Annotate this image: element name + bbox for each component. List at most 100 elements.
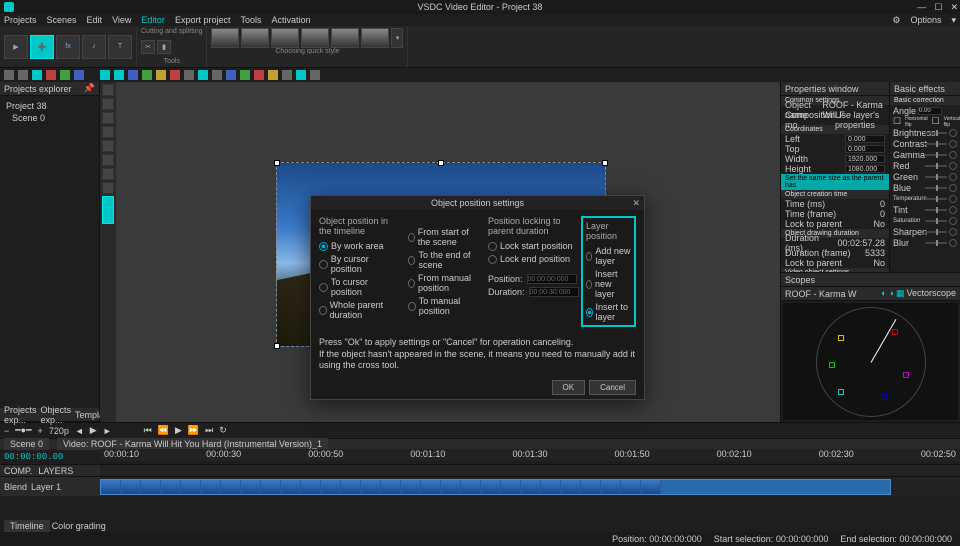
red-slider[interactable] [925, 165, 947, 167]
tool-icon[interactable] [100, 70, 110, 80]
tab-timeline[interactable]: Timeline [4, 520, 50, 532]
cancel-button[interactable]: Cancel [589, 380, 636, 395]
resize-handle[interactable] [274, 343, 280, 349]
radio-to-end[interactable]: To the end of scene [408, 250, 480, 270]
tint-slider[interactable] [925, 209, 947, 211]
tool-icon[interactable] [226, 70, 236, 80]
angle-input[interactable] [918, 107, 942, 115]
prop-value[interactable]: Use layer's properties [835, 110, 885, 130]
reset-icon[interactable] [949, 173, 957, 181]
style-grayscale-2[interactable] [331, 28, 359, 48]
blue-slider[interactable] [925, 187, 947, 189]
prop-value[interactable]: No [873, 219, 885, 229]
reset-icon[interactable] [949, 151, 957, 159]
tool-icon[interactable] [282, 70, 292, 80]
radio-insert-to-layer[interactable]: Insert to layer [586, 302, 631, 322]
tool-icon[interactable] [240, 70, 250, 80]
zoom-out-icon[interactable]: − [4, 426, 9, 436]
temp-slider[interactable] [925, 198, 947, 200]
crop-tool-icon[interactable] [102, 154, 114, 166]
tab-objects-explorer[interactable]: Objects exp... [41, 405, 72, 425]
radio-by-work-area[interactable]: By work area [319, 241, 400, 251]
reset-icon[interactable] [949, 184, 957, 192]
style-more-button[interactable]: ▾ [391, 28, 403, 48]
chevron-down-icon[interactable]: ▾ [951, 15, 956, 26]
prop-value[interactable]: No [873, 258, 885, 268]
contrast-slider[interactable] [925, 143, 947, 145]
reset-icon[interactable] [949, 228, 957, 236]
prop-value[interactable]: 0 [880, 199, 885, 209]
reset-icon[interactable] [949, 140, 957, 148]
style-grayscale-1[interactable] [301, 28, 329, 48]
maximize-icon[interactable]: ☐ [934, 2, 942, 13]
radio-to-manual[interactable]: To manual position [408, 296, 480, 316]
tree-scene[interactable]: Scene 0 [4, 112, 95, 124]
reset-icon[interactable] [949, 129, 957, 137]
radio-insert-layer[interactable]: Insert new layer [586, 269, 631, 299]
green-slider[interactable] [925, 176, 947, 178]
split-button[interactable]: ▮ [157, 40, 171, 54]
step-back-icon[interactable]: ⏪ [158, 425, 169, 436]
tool-icon[interactable] [170, 70, 180, 80]
scope-icon[interactable]: ◑ [889, 288, 894, 299]
tool-icon[interactable] [4, 70, 14, 80]
sec-basic-correction[interactable]: Basic correction [890, 96, 960, 105]
scope-source-select[interactable]: ROOF - Karma W [785, 289, 857, 299]
comp-tab[interactable]: COMP. [4, 466, 32, 476]
minimize-icon[interactable]: — [917, 2, 926, 13]
radio-from-start[interactable]: From start of the scene [408, 227, 480, 247]
tool-icon[interactable] [18, 70, 28, 80]
eyedropper-tool-icon[interactable] [102, 168, 114, 180]
radio-add-layer[interactable]: Add new layer [586, 246, 631, 266]
prev-icon[interactable]: ◄ [75, 426, 84, 436]
tool-icon[interactable] [198, 70, 208, 80]
pointer-tool-icon[interactable] [102, 84, 114, 96]
style-grayscale-3[interactable] [361, 28, 389, 48]
tool-icon[interactable] [142, 70, 152, 80]
resolution-select[interactable]: 720p [49, 426, 69, 436]
sharpen-slider[interactable] [925, 231, 947, 233]
ok-button[interactable]: OK [552, 380, 586, 395]
resize-handle[interactable] [438, 160, 444, 166]
prop-value[interactable]: 00:02:57.28 [837, 238, 885, 248]
tool-icon[interactable] [128, 70, 138, 80]
add-object-button[interactable]: ➕ [30, 35, 54, 59]
tool-icon[interactable] [46, 70, 56, 80]
tool-icon[interactable] [296, 70, 306, 80]
skip-start-icon[interactable]: ⏮ [144, 425, 152, 436]
gear-icon[interactable]: ⚙ [892, 15, 900, 26]
height-input[interactable] [845, 165, 885, 173]
tab-projects-explorer[interactable]: Projects exp... [4, 405, 37, 425]
reset-icon[interactable] [949, 206, 957, 214]
vflip-checkbox[interactable]: ☐ [932, 116, 940, 127]
reset-icon[interactable] [949, 162, 957, 170]
video-clip[interactable] [100, 479, 891, 495]
run-wizard-button[interactable]: ▶ [4, 35, 28, 59]
radio-lock-start[interactable]: Lock start position [488, 241, 573, 251]
radio-whole-parent[interactable]: Whole parent duration [319, 300, 400, 320]
next-icon[interactable]: ► [103, 426, 112, 436]
resize-handle[interactable] [274, 160, 280, 166]
menu-scenes[interactable]: Scenes [47, 15, 77, 25]
reset-icon[interactable] [949, 195, 957, 203]
dialog-titlebar[interactable]: Object position settings ✕ [311, 196, 644, 210]
video-effects-button[interactable]: fx [56, 35, 80, 59]
timeline-ruler[interactable]: 00:00:10 00:00:30 00:00:50 00:01:10 00:0… [100, 449, 960, 461]
move-tool-icon[interactable] [102, 98, 114, 110]
play-icon[interactable]: ▶ [90, 425, 97, 436]
color-swatch-icon[interactable] [102, 196, 114, 224]
radio-from-manual[interactable]: From manual position [408, 273, 480, 293]
step-fwd-icon[interactable]: ⏩ [188, 425, 199, 436]
blur-slider[interactable] [925, 242, 947, 244]
menu-edit[interactable]: Edit [87, 15, 103, 25]
pen-tool-icon[interactable] [102, 126, 114, 138]
left-input[interactable] [845, 135, 885, 143]
menu-editor[interactable]: Editor [141, 15, 165, 25]
dlg-position-input[interactable] [527, 274, 577, 284]
style-remove-all[interactable] [211, 28, 239, 48]
style-auto-contrast[interactable] [271, 28, 299, 48]
zoom-slider[interactable]: ━●━ [15, 425, 31, 436]
scope-icon[interactable]: ◐ [881, 288, 886, 299]
sec-creation[interactable]: Object creation time [781, 190, 889, 199]
menu-export[interactable]: Export project [175, 15, 231, 25]
